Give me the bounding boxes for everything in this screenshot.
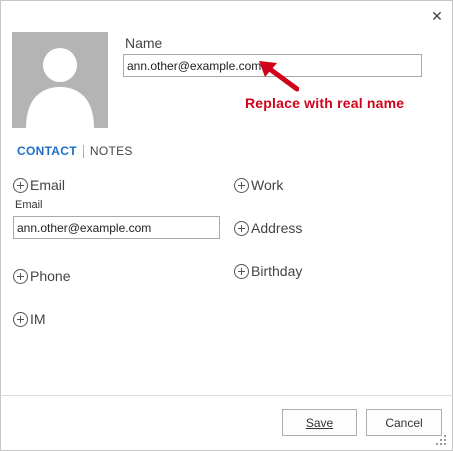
annotation-arrow-icon [259,61,299,92]
add-phone-button[interactable]: Phone [13,268,70,284]
add-phone-label: Phone [30,268,71,284]
email-field[interactable] [13,216,220,239]
tab-bar: CONTACT NOTES [17,144,133,158]
add-circle-icon [234,220,249,236]
add-im-label: IM [30,311,46,327]
save-button[interactable]: Save [282,409,357,436]
add-email-button[interactable]: Email [13,177,65,193]
add-circle-icon [13,268,28,284]
resize-grip-icon[interactable] [434,433,448,447]
tab-divider [82,144,84,158]
person-silhouette-icon [26,48,94,128]
add-im-button[interactable]: IM [13,311,46,327]
add-address-button[interactable]: Address [234,220,302,236]
add-work-button[interactable]: Work [234,177,283,193]
add-circle-icon [234,263,249,279]
add-work-label: Work [251,177,284,193]
footer-divider [2,395,453,396]
add-circle-icon [13,177,28,193]
cancel-button[interactable]: Cancel [366,409,442,436]
tab-notes[interactable]: NOTES [90,144,133,158]
avatar[interactable] [12,32,108,128]
add-circle-icon [234,177,249,193]
name-label: Name [125,35,163,51]
close-button[interactable]: ✕ [429,8,445,24]
contact-dialog: ✕ Name Replace with real name CONTACT NO… [0,0,453,451]
add-email-label: Email [30,177,66,193]
add-birthday-label: Birthday [251,263,303,279]
email-field-label: Email [15,199,43,211]
close-icon: ✕ [431,8,443,24]
add-circle-icon [13,311,28,327]
tab-contact[interactable]: CONTACT [17,144,77,158]
annotation-text: Replace with real name [245,95,405,111]
add-birthday-button[interactable]: Birthday [234,263,302,279]
add-address-label: Address [251,220,303,236]
